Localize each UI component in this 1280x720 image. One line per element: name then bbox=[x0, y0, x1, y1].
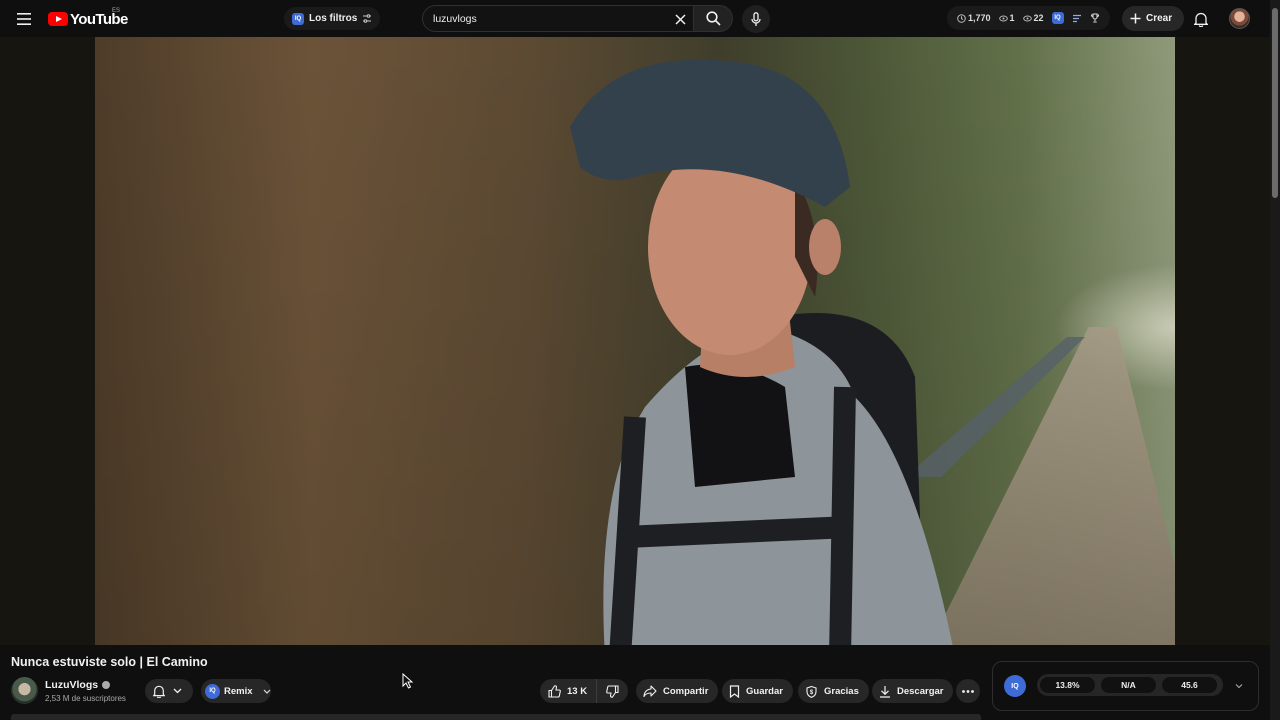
scrollbar-thumb[interactable] bbox=[1272, 8, 1278, 198]
thanks-icon: $ bbox=[806, 685, 817, 698]
region-code: ES bbox=[112, 8, 121, 14]
top-bar: YouTube ES IQ Los filtros luzuvlogs 1,77… bbox=[0, 0, 1280, 37]
search-icon bbox=[705, 11, 721, 26]
trophy-icon[interactable] bbox=[1090, 13, 1100, 23]
chevron-down-icon[interactable] bbox=[1234, 681, 1244, 691]
share-icon bbox=[643, 685, 657, 697]
metric-value: N/A bbox=[1101, 677, 1156, 693]
download-label: Descargar bbox=[897, 685, 944, 697]
bell-icon bbox=[1194, 12, 1208, 27]
description-box-edge[interactable] bbox=[11, 714, 981, 720]
like-icon bbox=[548, 684, 561, 698]
channel-name-row[interactable]: LuzuVlogs bbox=[45, 679, 111, 691]
iq-extension-icon[interactable]: IQ bbox=[1051, 12, 1064, 24]
video-player[interactable] bbox=[0, 37, 1270, 645]
close-icon bbox=[674, 13, 686, 25]
clock-icon bbox=[957, 13, 966, 23]
share-label: Compartir bbox=[663, 685, 709, 697]
verified-icon bbox=[102, 681, 111, 689]
chevron-down-icon bbox=[263, 689, 270, 694]
stat-three-value: 22 bbox=[1033, 13, 1044, 23]
thanks-label: Gracias bbox=[824, 685, 859, 697]
clear-search-button[interactable] bbox=[672, 11, 688, 27]
metric-value: 45.6 bbox=[1162, 677, 1217, 693]
save-label: Guardar bbox=[746, 685, 783, 697]
plus-icon bbox=[1130, 13, 1141, 24]
like-dislike-group: 13 K bbox=[540, 679, 628, 703]
hiker-graphic bbox=[570, 59, 953, 645]
channel-name[interactable]: LuzuVlogs bbox=[45, 679, 98, 691]
search-input[interactable] bbox=[433, 12, 663, 25]
dislike-button[interactable] bbox=[597, 684, 628, 698]
account-avatar[interactable] bbox=[1229, 8, 1250, 29]
like-count: 13 K bbox=[567, 685, 588, 697]
page-scrollbar[interactable] bbox=[1270, 0, 1280, 720]
subscription-bell-button[interactable] bbox=[145, 679, 193, 703]
mic-icon bbox=[751, 11, 761, 26]
voice-search-button[interactable] bbox=[742, 5, 770, 33]
extension-metrics-panel: IQ 13.8% N/A 45.6 bbox=[992, 661, 1259, 711]
bell-icon bbox=[153, 685, 165, 698]
eye-icon bbox=[998, 15, 1008, 21]
watch-time-value: 1,770 bbox=[968, 13, 991, 23]
youtube-play-icon bbox=[48, 12, 68, 26]
extension-stats-bar[interactable]: 1,770 1 22 IQ bbox=[947, 6, 1110, 30]
create-button[interactable]: Crear bbox=[1122, 6, 1185, 31]
list-icon[interactable] bbox=[1072, 14, 1082, 23]
watch-time-stat: 1,770 bbox=[957, 13, 991, 23]
bookmark-icon bbox=[729, 684, 740, 698]
notifications-button[interactable] bbox=[1188, 6, 1214, 32]
stat-three: 22 bbox=[1022, 13, 1044, 23]
filters-label: Los filtros bbox=[309, 13, 358, 24]
filter-icon bbox=[363, 14, 372, 23]
remix-button[interactable]: IQ Remix bbox=[201, 679, 271, 703]
video-title: Nunca estuviste solo | El Camino bbox=[11, 655, 208, 669]
dislike-icon bbox=[606, 684, 619, 698]
search-button[interactable] bbox=[693, 5, 733, 32]
create-label: Crear bbox=[1146, 13, 1173, 24]
subscriber-count: 2,53 M de suscriptores bbox=[45, 694, 126, 703]
filters-button[interactable]: IQ Los filtros bbox=[284, 7, 381, 30]
more-icon bbox=[962, 689, 974, 693]
stat-two: 1 bbox=[998, 13, 1015, 23]
download-button[interactable]: Descargar bbox=[872, 679, 954, 703]
stat-two-value: 1 bbox=[1009, 13, 1015, 23]
chevron-down-icon bbox=[173, 688, 182, 694]
thanks-button[interactable]: $ Gracias bbox=[798, 679, 869, 703]
metric-value: 13.8% bbox=[1040, 677, 1095, 693]
metrics-strip: 13.8% N/A 45.6 bbox=[1037, 674, 1223, 696]
iq-extension-icon: IQ bbox=[205, 683, 220, 699]
iq-extension-icon: IQ bbox=[292, 12, 304, 25]
download-icon bbox=[880, 685, 890, 698]
like-button[interactable]: 13 K bbox=[540, 679, 597, 703]
mouse-cursor-icon bbox=[402, 673, 414, 689]
channel-avatar[interactable] bbox=[11, 677, 38, 704]
eye-icon bbox=[1022, 15, 1032, 21]
search-box bbox=[422, 5, 695, 32]
svg-text:$: $ bbox=[810, 690, 814, 696]
menu-icon bbox=[17, 13, 31, 25]
iq-extension-icon[interactable]: IQ bbox=[1004, 675, 1026, 697]
menu-button[interactable] bbox=[10, 5, 38, 33]
more-actions-button[interactable] bbox=[956, 679, 980, 703]
video-frame[interactable] bbox=[95, 37, 1175, 645]
share-button[interactable]: Compartir bbox=[636, 679, 719, 703]
remix-label: Remix bbox=[224, 685, 253, 697]
save-button[interactable]: Guardar bbox=[722, 679, 793, 703]
